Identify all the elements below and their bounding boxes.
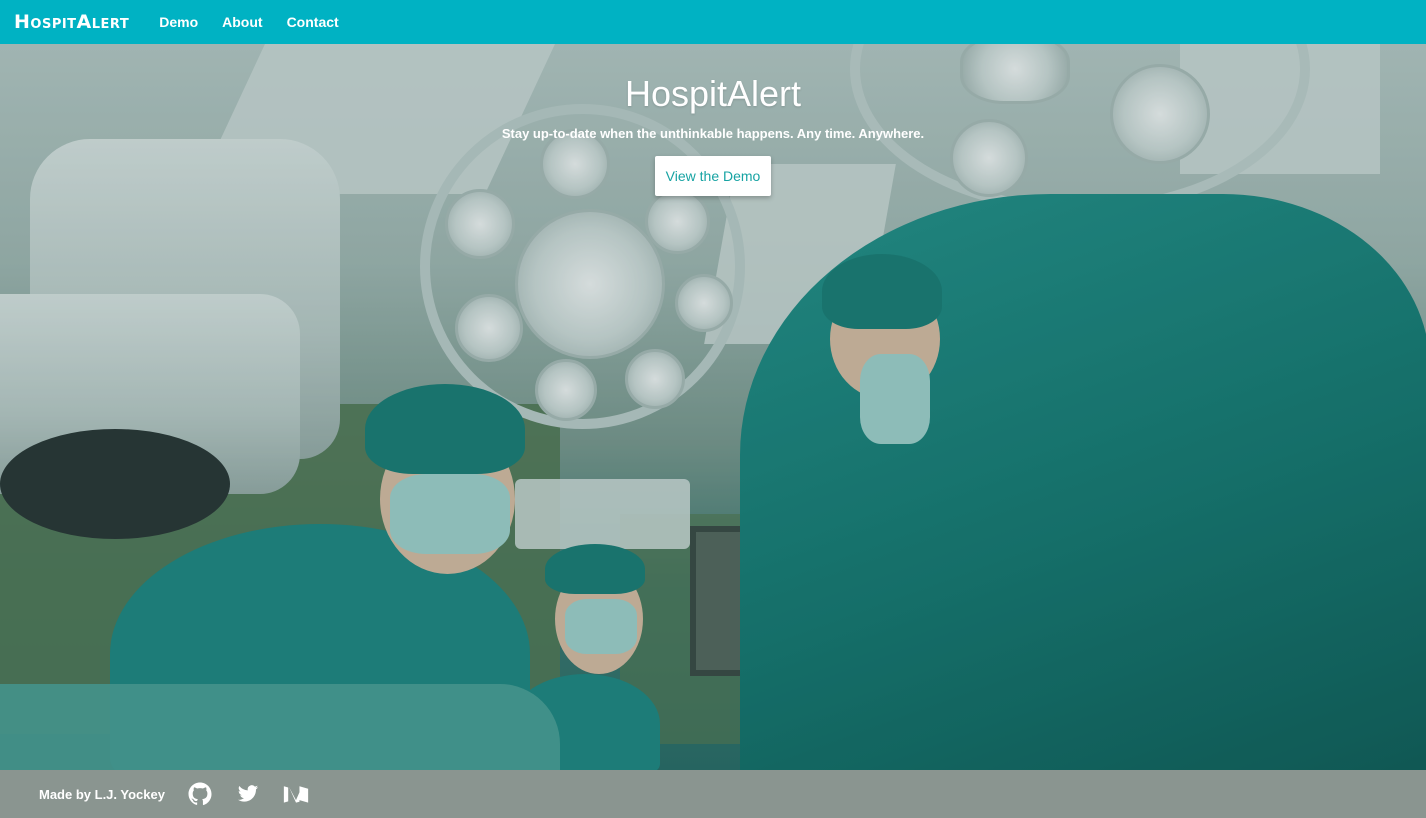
- nav-link-about[interactable]: About: [222, 14, 262, 30]
- medium-icon[interactable]: [283, 781, 309, 807]
- hero-section: HospitAlert Stay up-to-date when the unt…: [0, 44, 1426, 770]
- view-demo-button[interactable]: View the Demo: [655, 156, 771, 196]
- twitter-icon[interactable]: [235, 781, 261, 807]
- nav-link-contact[interactable]: Contact: [287, 14, 339, 30]
- navbar: HospitAlert Demo About Contact: [0, 0, 1426, 44]
- brand-logo[interactable]: HospitAlert: [14, 11, 129, 33]
- nav-link-demo[interactable]: Demo: [159, 14, 198, 30]
- footer: Made by L.J. Yockey: [0, 770, 1426, 818]
- social-icons: [187, 781, 331, 807]
- footer-credit: Made by L.J. Yockey: [39, 786, 165, 802]
- github-icon[interactable]: [187, 781, 213, 807]
- nav-links: Demo About Contact: [147, 14, 350, 30]
- hero-content: HospitAlert Stay up-to-date when the unt…: [0, 72, 1426, 196]
- hero-title: HospitAlert: [624, 73, 802, 114]
- hero-subtitle: Stay up-to-date when the unthinkable hap…: [501, 126, 925, 141]
